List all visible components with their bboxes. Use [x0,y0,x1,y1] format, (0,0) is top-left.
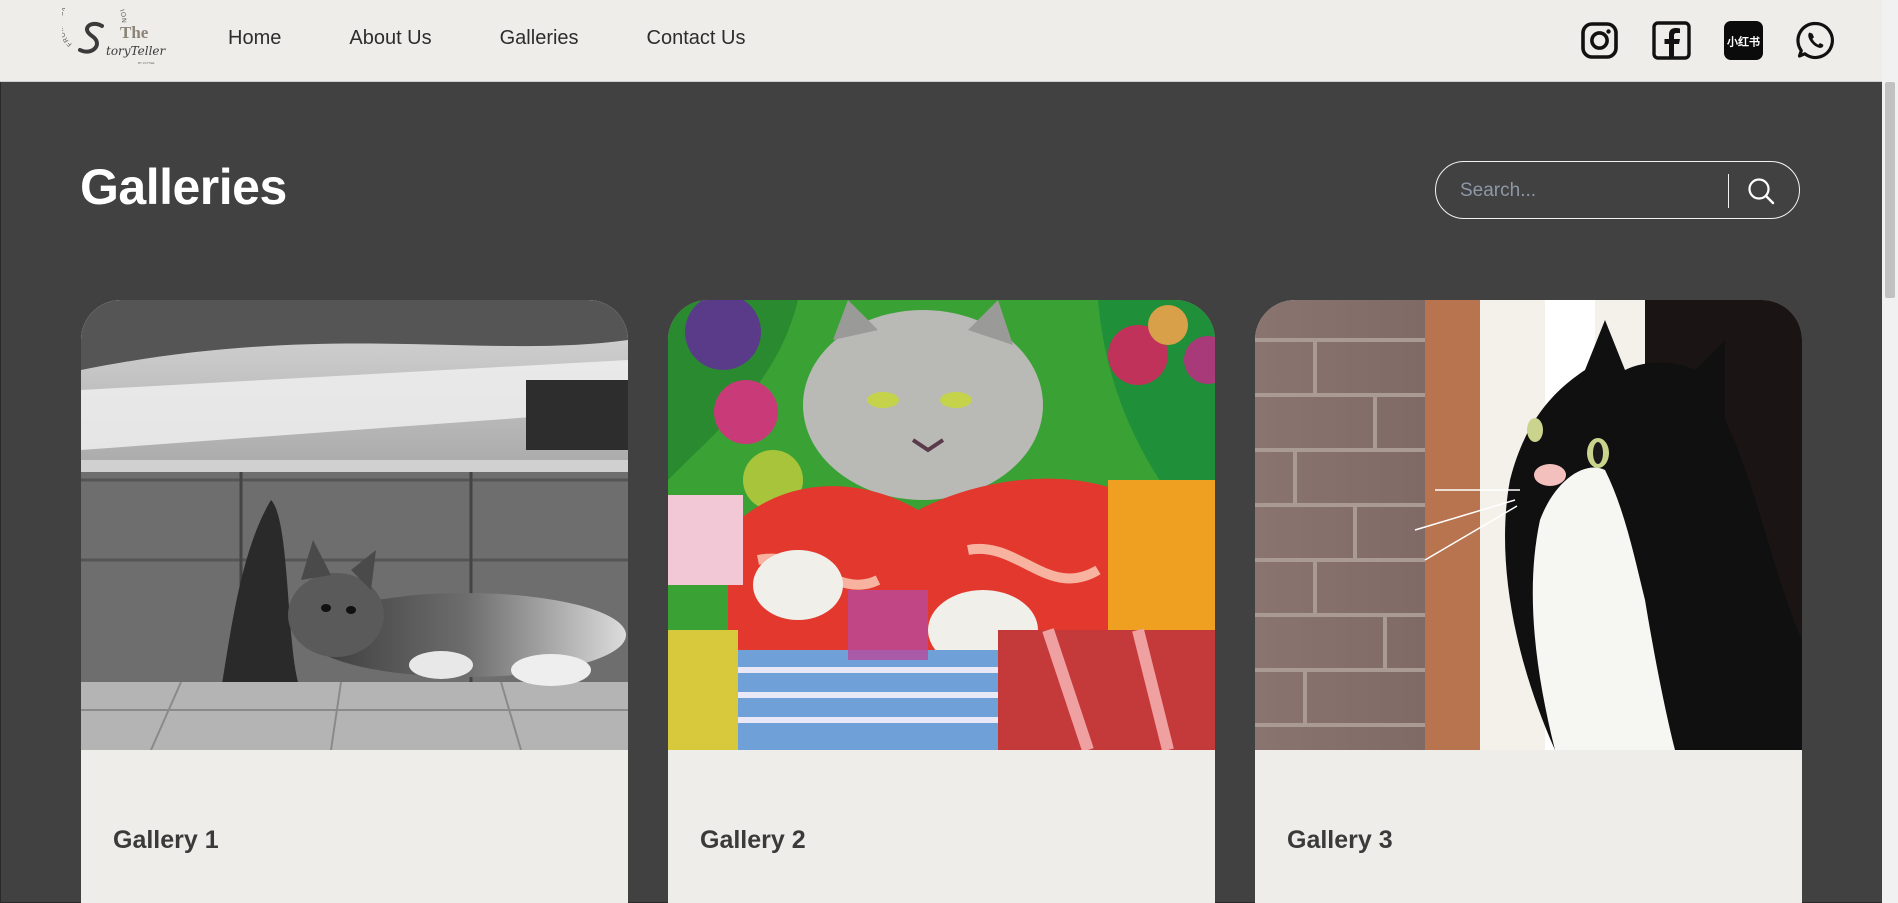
xiaohongshu-icon[interactable]: 小红书 [1723,20,1764,61]
gallery-3-title[interactable]: Gallery 3 [1287,826,1393,855]
nav-about-us-link[interactable]: About Us [349,27,431,50]
social-links: 小红书 [1579,20,1836,61]
svg-text:小红书: 小红书 [1726,35,1760,49]
search-divider [1728,174,1729,208]
gallery-2-image [668,300,1215,750]
site-header: FROM MOMENTS & CONNECTIONS & C The toryT… [0,0,1882,82]
svg-text:FROM MOMENTS & CONNECTIONS & C: FROM MOMENTS & CONNECTIONS & C [62,8,127,48]
gallery-1-image [81,300,628,750]
gallery-1-title[interactable]: Gallery 1 [113,826,219,855]
gallery-2-title[interactable]: Gallery 2 [700,826,806,855]
facebook-icon[interactable] [1651,20,1692,61]
gallery-3-image [1255,300,1802,750]
svg-text:toryTeller: toryTeller [106,44,166,58]
storyteller-logo-icon: FROM MOMENTS & CONNECTIONS & C The toryT… [57,0,167,65]
svg-text:BY JOYTEE: BY JOYTEE [138,61,154,65]
page-title: Galleries [80,159,287,215]
nav-contact-us-link[interactable]: Contact Us [647,27,746,50]
search-box [1435,161,1800,219]
scrollbar-thumb[interactable] [1885,82,1895,298]
instagram-icon[interactable] [1579,20,1620,61]
nav-galleries-link[interactable]: Galleries [500,27,579,50]
search-input[interactable] [1458,176,1722,206]
gallery-card-3[interactable]: Gallery 3 [1255,300,1802,903]
site-logo[interactable]: FROM MOMENTS & CONNECTIONS & C The toryT… [57,0,167,72]
svg-text:The: The [120,23,149,42]
gallery-card-1[interactable]: Gallery 1 [81,300,628,903]
page-scrollbar[interactable] [1882,0,1898,903]
nav-home-link[interactable]: Home [228,27,281,50]
main-navigation: Home About Us Galleries Contact Us [228,27,813,50]
gallery-card-2[interactable]: Gallery 2 [668,300,1215,903]
whatsapp-icon[interactable] [1795,20,1836,61]
search-icon[interactable] [1747,177,1775,205]
